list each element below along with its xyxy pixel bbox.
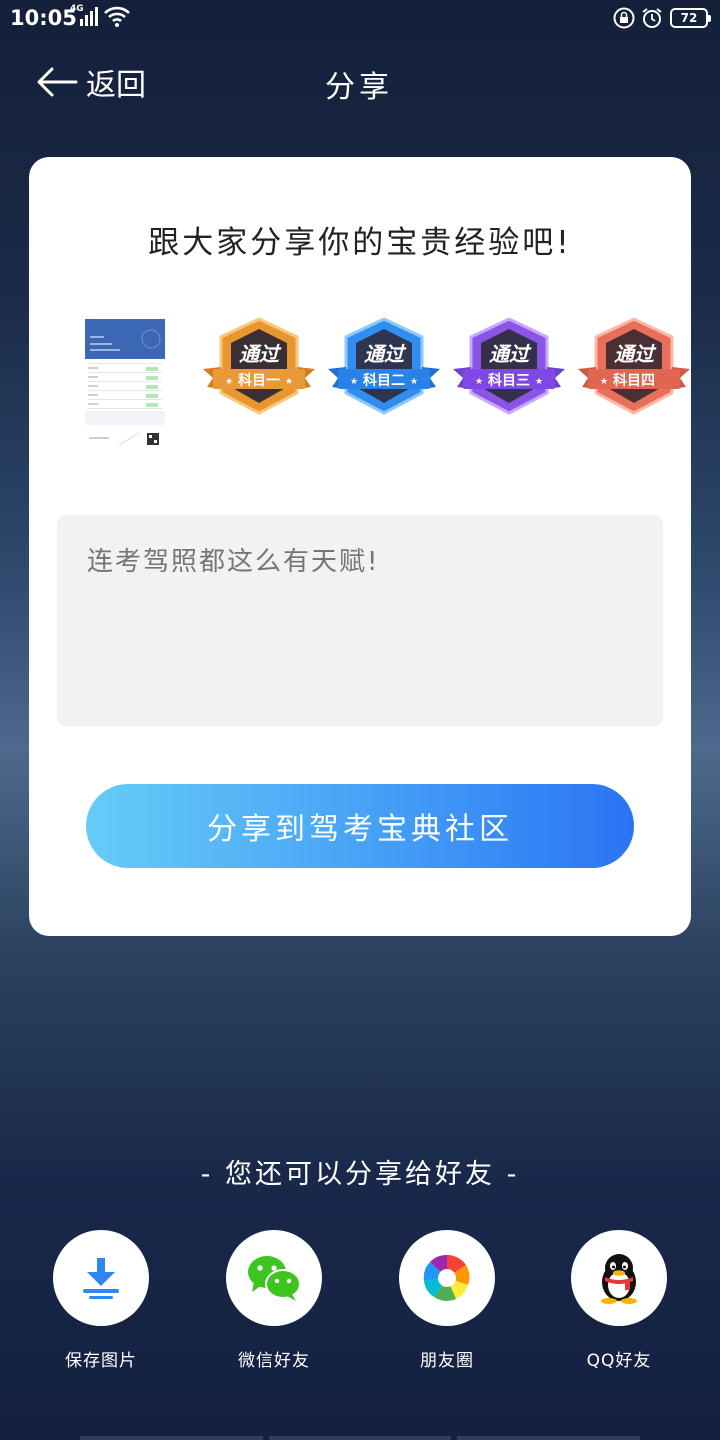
save-image-label: 保存图片 <box>65 1351 137 1371</box>
moments-label: 朋友圈 <box>420 1351 474 1371</box>
badge-bottom-text: 科目四 <box>613 372 655 389</box>
badge-top-text: 通过 <box>489 342 532 366</box>
svg-text:★: ★ <box>225 377 233 387</box>
svg-text:★: ★ <box>285 377 293 387</box>
qq-friend-label: QQ好友 <box>586 1351 652 1371</box>
badge-bottom-text: 科目二 <box>363 372 405 389</box>
qq-icon <box>601 1254 637 1304</box>
bottom-nav-indicator <box>80 1436 641 1440</box>
share-message-input[interactable] <box>57 515 663 726</box>
svg-text:★: ★ <box>600 377 608 387</box>
svg-text:★: ★ <box>475 377 483 387</box>
badge-top-text: 通过 <box>614 342 657 366</box>
badge-subject-2[interactable]: 通过 科目二 ★ ★ <box>324 317 444 417</box>
qq-friend-button[interactable]: QQ好友 <box>549 1230 689 1371</box>
badge-top-text: 通过 <box>364 342 407 366</box>
badge-subject-3[interactable]: 通过 科目三 ★ ★ <box>449 317 569 417</box>
svg-text:★: ★ <box>350 377 358 387</box>
share-targets: 保存图片 微信好友 朋友圈 QQ好友 <box>0 1230 720 1380</box>
share-to-community-label: 分享到驾考宝典社区 <box>207 812 513 847</box>
share-image-selector: 通过 科目一 ★ ★ 通过 科目二 ★ ★ 通过 科目三 ★ ★ 通过 科目四 … <box>29 317 691 452</box>
qq-circle <box>571 1230 667 1326</box>
alarm-icon <box>642 8 662 28</box>
badge-bottom-text: 科目三 <box>488 372 530 389</box>
save-image-button[interactable]: 保存图片 <box>31 1230 171 1371</box>
battery-indicator: 72 <box>670 8 711 28</box>
badge-subject-4[interactable]: 通过 科目四 ★ <box>574 317 691 417</box>
share-friends-heading: - 您还可以分享给好友 - <box>200 1159 520 1190</box>
save-image-circle <box>53 1230 149 1326</box>
moments-button[interactable]: 朋友圈 <box>377 1230 517 1371</box>
moments-icon <box>423 1254 470 1301</box>
nav-bar: 返回 分享 <box>0 50 720 110</box>
status-time: 10:05 <box>10 6 77 30</box>
badge-subject-1[interactable]: 通过 科目一 ★ ★ <box>199 317 319 417</box>
badge-top-text: 通过 <box>239 342 282 366</box>
svg-text:★: ★ <box>535 377 543 387</box>
svg-text:★: ★ <box>410 377 418 387</box>
page-title: 分享 <box>325 70 393 105</box>
lock-rotation-icon <box>613 7 635 29</box>
badge-bottom-text: 科目一 <box>238 372 280 389</box>
battery-level: 72 <box>680 11 698 25</box>
score-report-thumbnail[interactable] <box>85 319 165 449</box>
share-to-community-button[interactable]: 分享到驾考宝典社区 <box>86 784 634 868</box>
card-heading: 跟大家分享你的宝贵经验吧! <box>148 225 572 261</box>
signal-icon <box>80 7 98 26</box>
wechat-icon <box>248 1256 301 1301</box>
download-icon <box>83 1258 119 1299</box>
wechat-friend-label: 微信好友 <box>238 1351 310 1371</box>
wifi-icon <box>104 6 130 27</box>
wechat-circle <box>226 1230 322 1326</box>
moments-circle <box>399 1230 495 1326</box>
share-card: 跟大家分享你的宝贵经验吧! 通过 科目一 ★ ★ 通过 科目二 ★ ★ 通过 科… <box>29 157 691 936</box>
status-bar: 10:05 4G 72 <box>0 0 720 38</box>
wechat-friend-button[interactable]: 微信好友 <box>204 1230 344 1371</box>
